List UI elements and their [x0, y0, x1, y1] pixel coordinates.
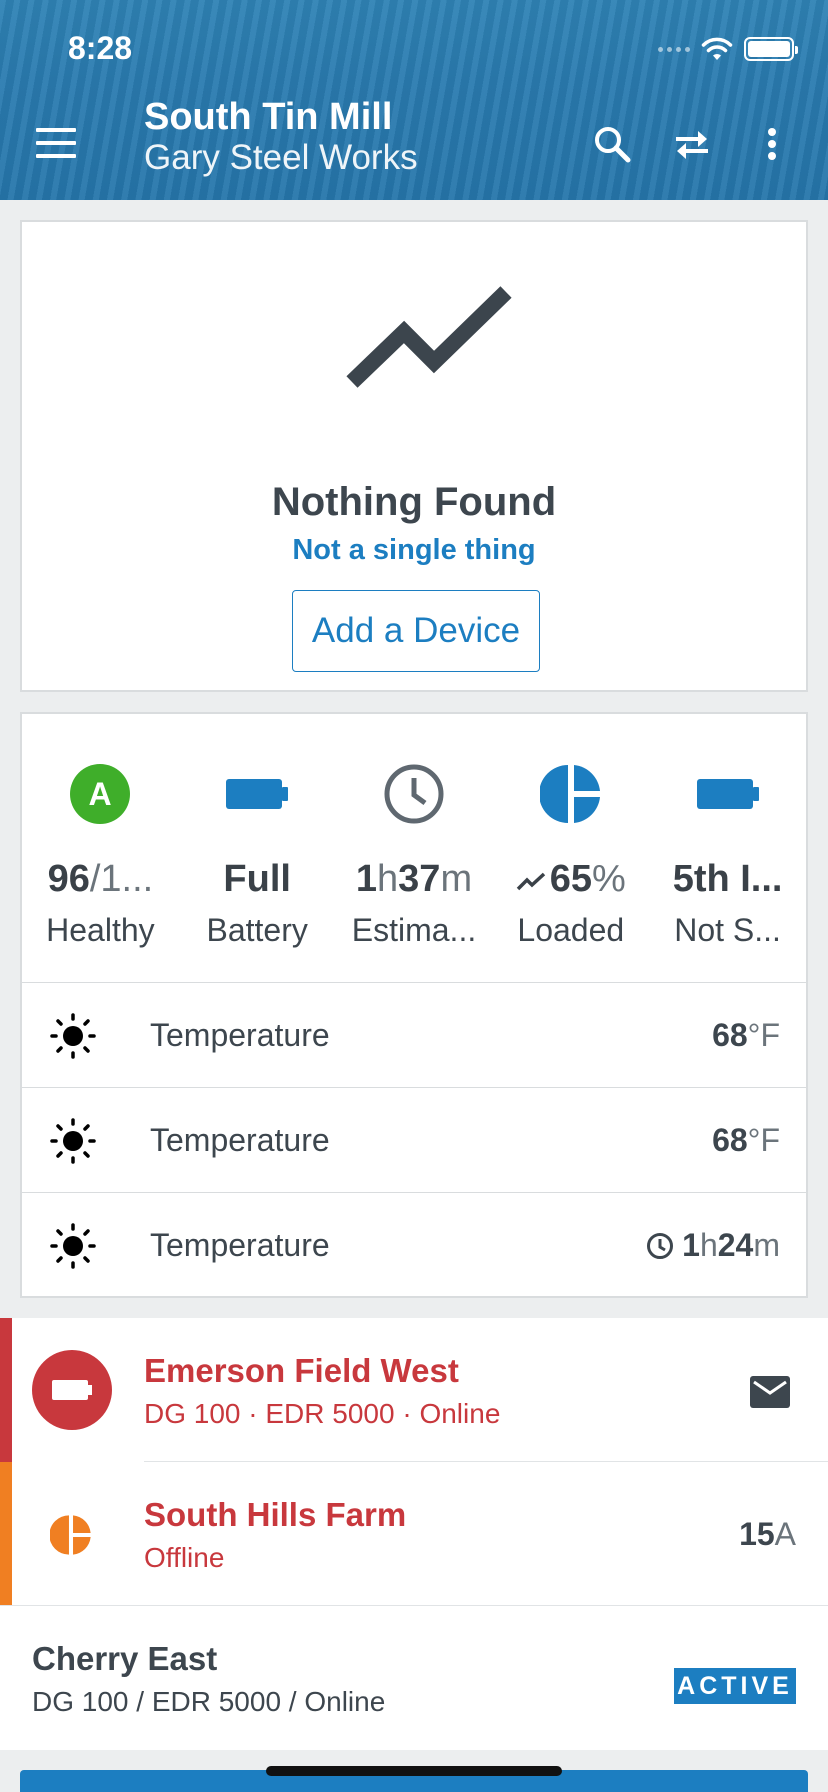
list-item[interactable]: Cherry East DG 100 / EDR 5000 / Online A…	[0, 1606, 828, 1750]
device-details: DG 100 / EDR 5000 / Online	[32, 1686, 386, 1717]
app-header: 8:28 South Tin Mill Gary Steel Works	[0, 0, 828, 200]
device-name: Emerson Field West	[144, 1352, 459, 1389]
pie-chart-icon	[539, 762, 603, 826]
status-battery-icon	[744, 37, 798, 61]
search-icon[interactable]	[590, 122, 634, 166]
pie-chart-icon	[50, 1515, 91, 1555]
home-indicator	[266, 1766, 562, 1776]
sun-icon	[50, 1223, 96, 1269]
stat-label: Estima...	[351, 912, 477, 948]
battery-full-icon	[696, 762, 760, 826]
device-name: Cherry East	[32, 1640, 218, 1677]
stat-value: 5th I...	[672, 858, 783, 900]
device-details: Offline	[144, 1542, 225, 1573]
stats-card: A 96/1... Healthy Full Battery 1h37m Est…	[20, 712, 808, 1298]
reading-label: Temperature	[150, 1227, 330, 1263]
reading-value: 1h24m	[646, 1227, 780, 1264]
stat-value: 96/1...	[47, 858, 154, 900]
reading-value: 68°F	[712, 1122, 780, 1158]
list-item[interactable]: South Hills Farm Offline 15A	[0, 1462, 828, 1606]
stat-label: Not S...	[674, 912, 781, 948]
mail-icon[interactable]	[750, 1376, 790, 1408]
grade-a-icon: A	[68, 762, 132, 826]
stat-label: Battery	[206, 912, 308, 948]
device-list: Emerson Field West DG 100 · EDR 5000 · O…	[0, 1318, 828, 1750]
page-title: South Tin Mill	[144, 96, 393, 138]
stat-label: Healthy	[46, 912, 155, 948]
add-device-button[interactable]: Add a Device	[292, 590, 540, 672]
more-vert-icon[interactable]	[750, 122, 794, 166]
empty-state-card: Nothing Found Not a single thing Add a D…	[20, 220, 808, 692]
clock-icon	[647, 1232, 674, 1259]
stat-fifth[interactable]: 5th I... Not S...	[649, 714, 806, 982]
status-time: 8:28	[68, 30, 133, 66]
empty-state-subtitle: Not a single thing	[292, 534, 536, 566]
sun-icon	[50, 1013, 96, 1059]
device-name: South Hills Farm	[144, 1496, 407, 1533]
battery-full-icon	[225, 762, 289, 826]
stat-healthy[interactable]: A 96/1... Healthy	[22, 714, 179, 982]
menu-button[interactable]	[36, 128, 76, 158]
reading-value: 68°F	[712, 1017, 780, 1053]
clock-icon	[382, 762, 446, 826]
stats-row: A 96/1... Healthy Full Battery 1h37m Est…	[22, 714, 806, 982]
reading-label: Temperature	[150, 1017, 330, 1053]
trending-up-icon	[516, 872, 545, 891]
sun-icon	[50, 1118, 96, 1164]
empty-state-title: Nothing Found	[271, 480, 557, 524]
stat-value: 65%	[492, 858, 649, 901]
signal-icon	[658, 46, 690, 52]
status-accent	[0, 1318, 12, 1462]
status-accent	[0, 1462, 12, 1606]
status-icons	[658, 36, 798, 62]
stat-battery[interactable]: Full Battery	[179, 714, 336, 982]
status-badge: ACTIVE	[674, 1668, 796, 1704]
stat-value: 1h37m	[355, 858, 473, 900]
stat-label: Loaded	[517, 912, 625, 948]
list-item[interactable]: Emerson Field West DG 100 · EDR 5000 · O…	[0, 1318, 828, 1462]
stat-loaded[interactable]: 65% Loaded	[492, 714, 649, 982]
trending-up-icon	[346, 286, 512, 388]
swap-icon[interactable]	[670, 122, 714, 166]
stat-estimate[interactable]: 1h37m Estima...	[336, 714, 493, 982]
device-details: DG 100 · EDR 5000 · Online	[144, 1398, 501, 1429]
wifi-icon	[701, 37, 733, 60]
reading-row[interactable]: Temperature 68°F	[22, 1087, 806, 1192]
stat-value: Full	[223, 858, 291, 900]
device-value: 15A	[739, 1516, 796, 1552]
svg-text:A: A	[89, 776, 112, 812]
reading-row[interactable]: Temperature 68°F	[22, 982, 806, 1087]
reading-row[interactable]: Temperature 1h24m	[22, 1192, 806, 1297]
reading-label: Temperature	[150, 1122, 330, 1158]
page-subtitle: Gary Steel Works	[144, 138, 418, 177]
battery-icon	[32, 1350, 112, 1430]
